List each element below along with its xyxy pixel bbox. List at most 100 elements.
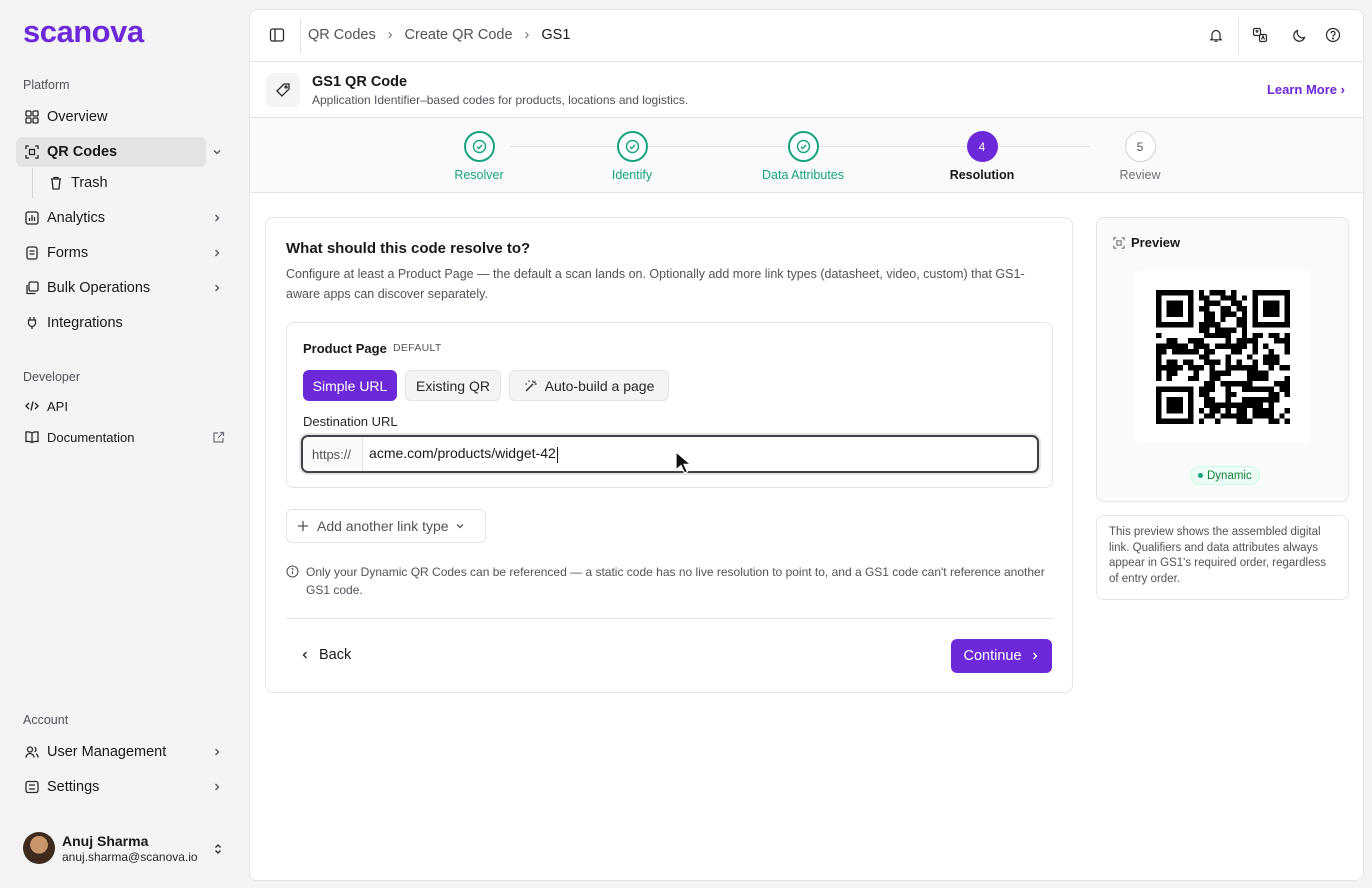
sidebar-item-label: API [47, 398, 68, 414]
qr-module [1268, 365, 1274, 371]
qr-module [1220, 402, 1226, 408]
qr-module [1273, 397, 1280, 403]
sidebar-item-trash[interactable]: Trash [40, 168, 206, 198]
sidebar-toggle-icon[interactable] [268, 26, 286, 44]
sidebar-item-overview[interactable]: Overview [16, 102, 206, 132]
qr-module [1156, 354, 1162, 360]
qr-module [1257, 386, 1264, 392]
breadcrumb-create-qr-code[interactable]: Create QR Code [405, 27, 513, 43]
qr-module [1273, 418, 1280, 424]
qr-module [1279, 338, 1285, 344]
qr-module [1236, 402, 1242, 408]
qr-module [1188, 359, 1194, 366]
mode-simple-url-button[interactable]: Simple URL [303, 370, 397, 401]
qr-module [1225, 359, 1232, 366]
qr-module [1172, 343, 1178, 349]
sidebar-item-documentation[interactable]: Documentation [16, 422, 206, 452]
qr-module [1236, 418, 1242, 424]
qr-module [1231, 348, 1237, 355]
sidebar-item-analytics[interactable]: Analytics [16, 203, 206, 233]
learn-more-link[interactable]: Learn More › [1267, 82, 1345, 97]
qr-module [1263, 343, 1269, 349]
sidebar-item-api[interactable]: API [16, 391, 206, 421]
help-icon[interactable] [1324, 26, 1342, 44]
destination-url-label: Destination URL [303, 414, 398, 429]
qr-module [1241, 322, 1248, 328]
resolution-card: What should this code resolve to? Config… [265, 217, 1073, 693]
qr-module [1273, 359, 1280, 366]
qr-module [1209, 413, 1215, 419]
chevron-down-icon[interactable] [210, 145, 224, 159]
qr-module [1193, 365, 1199, 371]
destination-url-field[interactable]: https:// acme.com/products/widget-42 [301, 435, 1039, 473]
qr-module [1156, 359, 1162, 366]
step-number: 4 [966, 131, 998, 162]
sidebar-item-qr-codes[interactable]: QR Codes [16, 137, 206, 167]
mode-existing-qr-button[interactable]: Existing QR [405, 370, 501, 401]
step-resolution[interactable]: 4 Resolution [912, 131, 1052, 182]
plus-icon [297, 520, 309, 532]
app-logo[interactable]: scanova [23, 14, 144, 50]
qr-module [1204, 311, 1210, 317]
section-label-developer: Developer [23, 370, 80, 384]
chevron-right-icon[interactable] [210, 246, 224, 260]
qr-module [1241, 311, 1248, 317]
chevron-right-icon[interactable] [210, 780, 224, 794]
qr-module [1241, 397, 1248, 403]
qr-module [1188, 338, 1194, 344]
moon-icon[interactable] [1290, 26, 1308, 44]
step-identify[interactable]: Identify [562, 131, 702, 182]
qr-module [1204, 386, 1210, 392]
qr-module [1273, 354, 1280, 360]
user-menu[interactable]: Anuj Sharma anuj.sharma@scanova.io [23, 832, 198, 864]
qr-module [1279, 365, 1285, 371]
qr-module [1209, 402, 1215, 408]
chevron-left-icon [300, 650, 310, 660]
mode-auto-build-button[interactable]: Auto-build a page [509, 370, 669, 401]
back-button[interactable]: Back [300, 647, 351, 663]
chevron-right-icon[interactable] [210, 211, 224, 225]
product-page-panel: Product Page DEFAULT Simple URL Existing… [286, 322, 1053, 488]
qr-module [1231, 413, 1237, 419]
continue-button[interactable]: Continue [951, 639, 1052, 673]
qr-module [1247, 397, 1253, 403]
auto-build-label: Auto-build a page [544, 377, 655, 394]
qr-module [1214, 359, 1221, 366]
sidebar-item-integrations[interactable]: Integrations [16, 308, 206, 338]
step-data-attributes[interactable]: Data Attributes [733, 131, 873, 182]
qr-module [1252, 338, 1258, 344]
chevron-updown-icon[interactable] [211, 842, 225, 856]
qr-module [1204, 402, 1210, 408]
sidebar-item-forms[interactable]: Forms [16, 238, 206, 268]
preview-panel: Preview Dynamic [1096, 217, 1349, 502]
qr-module [1204, 343, 1210, 349]
qr-module [1252, 343, 1258, 349]
qr-module [1241, 332, 1248, 339]
language-icon[interactable] [1251, 26, 1269, 44]
qr-module [1284, 343, 1290, 349]
external-link-icon[interactable] [211, 430, 225, 444]
sidebar-item-settings[interactable]: Settings [16, 772, 206, 802]
add-link-type-button[interactable]: Add another link type [286, 509, 486, 543]
topbar: QR Codes › Create QR Code › GS1 [250, 10, 1363, 62]
qr-module [1214, 418, 1221, 424]
qr-module [1284, 418, 1290, 424]
step-resolver[interactable]: Resolver [409, 131, 549, 182]
qr-module [1241, 306, 1248, 312]
qr-module [1166, 338, 1173, 344]
qr-module [1220, 332, 1226, 339]
step-review[interactable]: 5 Review [1070, 131, 1210, 182]
breadcrumb-qr-codes[interactable]: QR Codes [308, 27, 376, 43]
qr-module [1209, 300, 1215, 307]
chevron-right-icon[interactable] [210, 281, 224, 295]
qr-module [1241, 413, 1248, 419]
back-label: Back [319, 647, 352, 663]
destination-url-input[interactable]: acme.com/products/widget-42 [363, 445, 558, 463]
chevron-right-icon[interactable] [210, 745, 224, 759]
bell-icon[interactable] [1207, 26, 1225, 44]
qr-module [1156, 343, 1162, 349]
sidebar-item-bulk-operations[interactable]: Bulk Operations [16, 273, 206, 303]
qr-module [1252, 332, 1258, 339]
sidebar-item-user-management[interactable]: User Management [16, 737, 206, 767]
qr-module [1257, 413, 1264, 419]
